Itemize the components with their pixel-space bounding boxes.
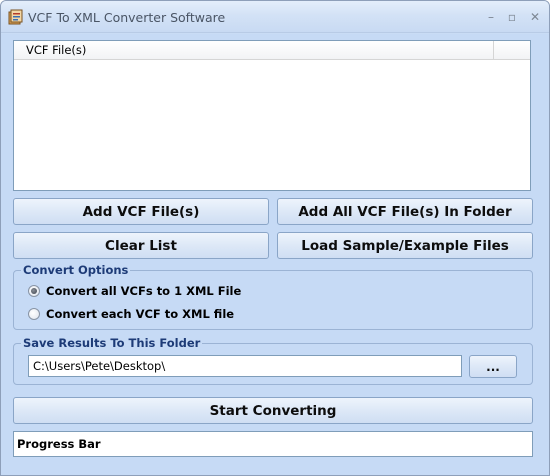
radio-button[interactable] bbox=[28, 308, 40, 320]
option-single-xml[interactable]: Convert all VCFs to 1 XML File bbox=[28, 283, 241, 299]
start-converting-button[interactable]: Start Converting bbox=[13, 397, 533, 424]
app-icon bbox=[8, 9, 24, 25]
minimize-button[interactable]: – bbox=[480, 7, 502, 27]
vcf-file-list[interactable]: VCF File(s) bbox=[13, 40, 531, 191]
column-header-vcf-files[interactable]: VCF File(s) bbox=[14, 41, 494, 60]
list-header: VCF File(s) bbox=[14, 41, 530, 60]
add-vcf-files-button[interactable]: Add VCF File(s) bbox=[13, 198, 269, 225]
save-folder-path-input[interactable]: C:\Users\Pete\Desktop\ bbox=[28, 355, 462, 377]
progress-bar-label: Progress Bar bbox=[17, 437, 101, 451]
option-each-xml-label: Convert each VCF to XML file bbox=[46, 307, 235, 321]
browse-folder-button[interactable]: ... bbox=[469, 355, 517, 378]
convert-options-group: Convert Options Convert all VCFs to 1 XM… bbox=[13, 263, 533, 330]
clear-list-button[interactable]: Clear List bbox=[13, 232, 269, 259]
radio-button-selected[interactable] bbox=[28, 285, 40, 297]
option-single-xml-label: Convert all VCFs to 1 XML File bbox=[46, 284, 242, 298]
convert-options-legend: Convert Options bbox=[21, 263, 131, 277]
add-folder-button[interactable]: Add All VCF File(s) In Folder bbox=[277, 198, 533, 225]
progress-bar: Progress Bar bbox=[13, 431, 533, 457]
window-title: VCF To XML Converter Software bbox=[28, 10, 226, 25]
maximize-button[interactable]: ▫ bbox=[501, 7, 523, 27]
load-sample-files-button[interactable]: Load Sample/Example Files bbox=[277, 232, 533, 259]
option-each-xml[interactable]: Convert each VCF to XML file bbox=[28, 306, 234, 322]
save-folder-group: Save Results To This Folder C:\Users\Pet… bbox=[13, 336, 533, 385]
column-header-filler bbox=[495, 41, 530, 60]
app-window: VCF To XML Converter Software – ▫ ✕ VCF … bbox=[0, 0, 550, 476]
close-button[interactable]: ✕ bbox=[524, 7, 546, 27]
main-content: VCF File(s) Add VCF File(s) Add All VCF … bbox=[1, 34, 549, 475]
save-folder-legend: Save Results To This Folder bbox=[21, 336, 203, 350]
title-bar[interactable]: VCF To XML Converter Software – ▫ ✕ bbox=[1, 1, 549, 33]
